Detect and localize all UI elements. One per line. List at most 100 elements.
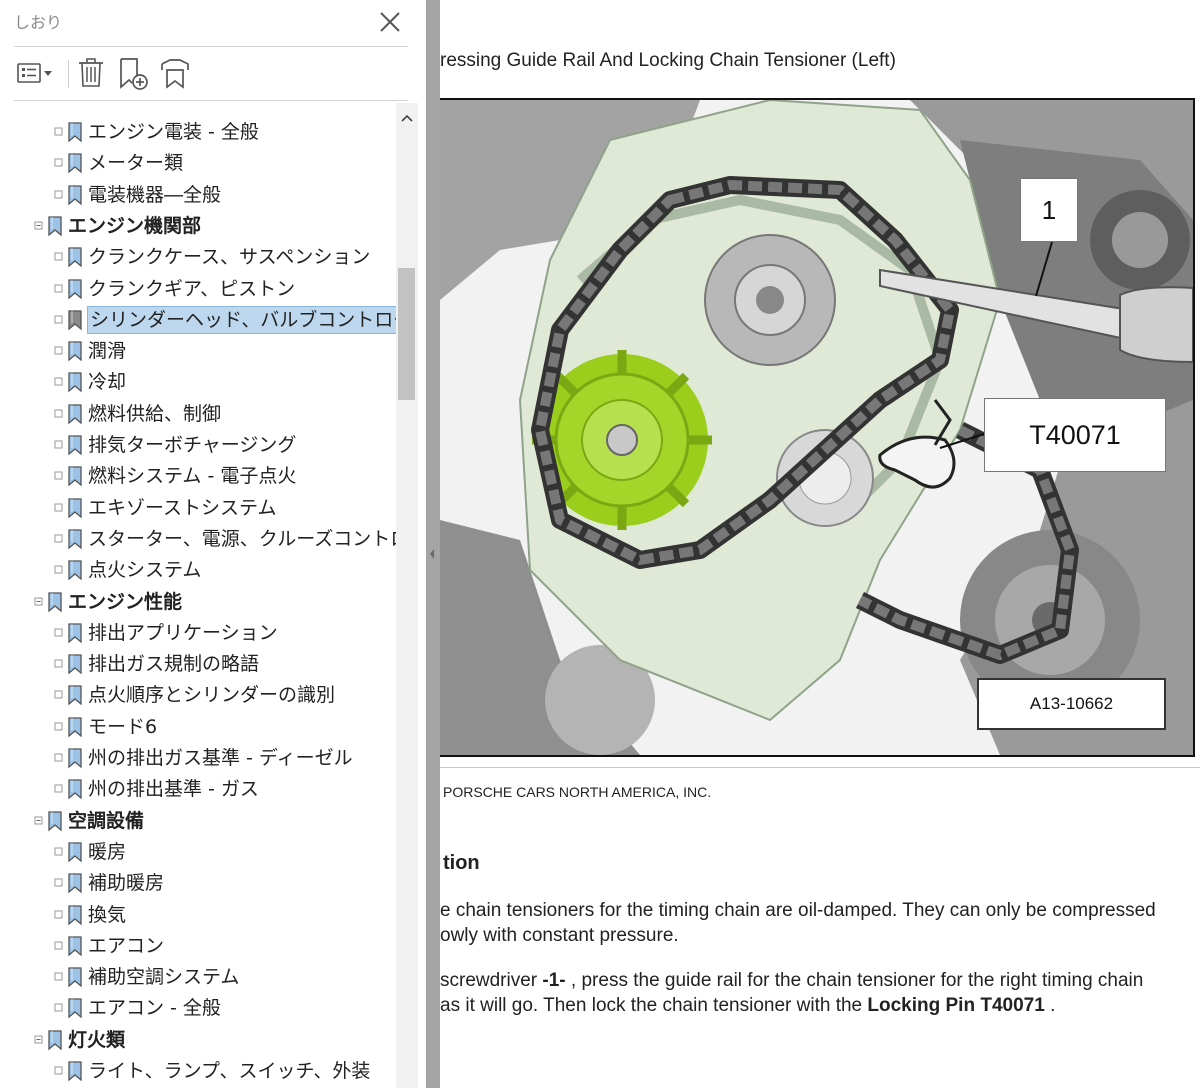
bookmark-label: 空調設備 bbox=[68, 809, 145, 832]
bookmark-label: 潤滑 bbox=[88, 340, 127, 363]
bookmark-label: ライト、ランプ、スイッチ、外装 bbox=[88, 1060, 371, 1082]
bookmark-label: 燃料システム - 電子点火 bbox=[88, 465, 297, 488]
bookmark-item[interactable]: 点火システム bbox=[54, 555, 201, 585]
bookmark-icon bbox=[66, 465, 84, 487]
bookmark-label: モード6 bbox=[88, 715, 158, 738]
bookmark-item[interactable]: メーター類 bbox=[54, 148, 183, 178]
bookmark-item[interactable]: 冷却 bbox=[54, 367, 126, 397]
text-run: as it will go. Then lock the chain tensi… bbox=[440, 995, 868, 1016]
text-run: . bbox=[1044, 995, 1056, 1016]
bookmark-item[interactable]: クランクギア、ピストン bbox=[54, 274, 295, 304]
bookmark-item[interactable]: シリンダーヘッド、バルブコントロール bbox=[54, 305, 396, 335]
paragraph-instruction: screwdriver -1- , press the guide rail f… bbox=[440, 968, 1143, 1018]
tree-leaf-icon bbox=[54, 503, 64, 513]
bookmark-item[interactable]: エアコン bbox=[54, 931, 164, 961]
new-bookmark-icon bbox=[120, 58, 148, 90]
options-menu-icon bbox=[17, 63, 52, 83]
bookmark-label: 州の排出ガス基準 - ディーゼル bbox=[88, 747, 353, 769]
text-run: screwdriver bbox=[440, 970, 543, 991]
tool-link[interactable]: Locking Pin T40071 bbox=[867, 995, 1044, 1016]
bookmark-icon bbox=[66, 747, 84, 769]
bookmark-item[interactable]: 州の排出ガス基準 - ディーゼル bbox=[54, 743, 353, 773]
bookmark-item[interactable]: 点火順序とシリンダーの識別 bbox=[54, 680, 335, 710]
bookmark-label: スターター、電源、クルーズコントロール bbox=[88, 527, 396, 550]
bookmark-label: クランクギア、ピストン bbox=[88, 277, 296, 300]
bookmark-item[interactable]: 灯火類 bbox=[34, 1025, 125, 1055]
tree-leaf-icon bbox=[54, 127, 64, 137]
bookmark-icon bbox=[46, 215, 64, 237]
tree-leaf-icon bbox=[54, 690, 64, 700]
bookmark-item[interactable]: モード6 bbox=[54, 712, 157, 742]
tree-leaf-icon bbox=[54, 158, 64, 168]
bookmark-item[interactable]: スターター、電源、クルーズコントロール bbox=[54, 524, 396, 554]
tree-leaf-icon bbox=[54, 377, 64, 387]
bookmark-item[interactable]: エンジン性能 bbox=[34, 587, 182, 617]
expander-icon[interactable] bbox=[34, 597, 44, 607]
chevron-up-icon bbox=[401, 114, 413, 122]
options-menu-button[interactable] bbox=[16, 56, 56, 90]
bookmark-item[interactable]: 排気ターボチャージング bbox=[54, 430, 296, 460]
expand-bookmark-icon bbox=[161, 59, 189, 89]
paragraph-line: screwdriver -1- , press the guide rail f… bbox=[440, 968, 1143, 993]
expander-icon[interactable] bbox=[34, 221, 44, 231]
bookmark-item[interactable]: 排出アプリケーション bbox=[54, 618, 278, 648]
bookmark-label: 冷却 bbox=[88, 371, 127, 394]
bookmark-item[interactable]: 電装機器―全般 bbox=[54, 180, 221, 210]
bookmark-label: 排気ターボチャージング bbox=[88, 434, 297, 456]
bookmark-item[interactable]: エキゾーストシステム bbox=[54, 493, 276, 523]
tree-scrollbar[interactable] bbox=[396, 103, 418, 1088]
bookmark-item[interactable]: 燃料供給、制御 bbox=[54, 399, 221, 429]
text-run: , press the guide rail for the chain ten… bbox=[565, 970, 1144, 991]
bookmark-item[interactable]: 州の排出基準 - ガス bbox=[54, 774, 259, 804]
bookmark-icon bbox=[66, 872, 84, 894]
bookmark-item[interactable]: エンジン電装 - 全般 bbox=[54, 117, 259, 147]
document-view: ressing Guide Rail And Locking Chain Ten… bbox=[440, 0, 1200, 1088]
tree-leaf-icon bbox=[54, 753, 64, 763]
bookmark-item[interactable]: エンジン機関部 bbox=[34, 211, 201, 241]
delete-bookmark-button[interactable] bbox=[76, 56, 106, 90]
callout-screwdriver: 1 bbox=[1020, 178, 1078, 242]
bookmark-item[interactable]: 燃料システム - 電子点火 bbox=[54, 461, 296, 491]
bookmark-icon bbox=[66, 997, 84, 1019]
bookmark-item[interactable]: 暖房 bbox=[54, 837, 126, 867]
bookmark-item[interactable]: ライト、ランプ、スイッチ、外装 bbox=[54, 1056, 370, 1086]
bookmark-icon bbox=[46, 810, 64, 832]
scroll-up-button[interactable] bbox=[396, 109, 418, 129]
bookmark-item[interactable]: 潤滑 bbox=[54, 336, 126, 366]
bookmark-item[interactable]: エアコン - 全般 bbox=[54, 993, 221, 1023]
tool-reference: -1- bbox=[542, 970, 566, 991]
bookmark-item[interactable]: 換気 bbox=[54, 900, 126, 930]
tree-leaf-icon bbox=[54, 471, 64, 481]
new-bookmark-button[interactable] bbox=[116, 56, 150, 90]
tree-leaf-icon bbox=[54, 784, 64, 794]
bookmark-icon bbox=[66, 904, 84, 926]
bookmark-item[interactable]: クランクケース、サスペンション bbox=[54, 242, 370, 272]
panel-splitter[interactable] bbox=[426, 0, 440, 1088]
expand-bookmark-button[interactable] bbox=[158, 56, 192, 90]
bookmark-icon bbox=[66, 841, 84, 863]
bookmark-item[interactable]: 空調設備 bbox=[34, 806, 144, 836]
bookmark-icon bbox=[66, 152, 84, 174]
section-heading: tion bbox=[443, 852, 480, 874]
bookmark-item[interactable]: 補助暖房 bbox=[54, 868, 164, 898]
bookmark-item[interactable]: 補助空調システム bbox=[54, 962, 239, 992]
procedure-title: ressing Guide Rail And Locking Chain Ten… bbox=[440, 50, 896, 71]
bookmark-label: クランクケース、サスペンション bbox=[88, 246, 371, 269]
close-panel-button[interactable] bbox=[376, 8, 404, 36]
bookmark-label: エンジン機関部 bbox=[68, 214, 202, 237]
bookmark-item[interactable]: 排出ガス規制の略語 bbox=[54, 649, 259, 679]
bookmarks-panel: しおり エンジン電装 - 全般 メーター類 電装機器―全般 エンジン機関部 クラ… bbox=[0, 0, 426, 1088]
toolbar-separator bbox=[68, 60, 69, 88]
collapse-panel-handle[interactable] bbox=[428, 546, 436, 560]
bookmark-icon bbox=[66, 966, 84, 988]
expander-icon[interactable] bbox=[34, 816, 44, 826]
bookmarks-header: しおり bbox=[0, 0, 426, 46]
bookmark-label: 補助空調システム bbox=[88, 966, 240, 989]
scrollbar-thumb[interactable] bbox=[398, 268, 415, 400]
tree-leaf-icon bbox=[54, 659, 64, 669]
expander-icon[interactable] bbox=[34, 1035, 44, 1045]
bookmark-icon bbox=[66, 371, 84, 393]
bookmarks-title: しおり bbox=[14, 13, 63, 32]
bookmark-label: 州の排出基準 - ガス bbox=[88, 778, 259, 801]
bookmark-label: 点火順序とシリンダーの識別 bbox=[88, 684, 336, 707]
